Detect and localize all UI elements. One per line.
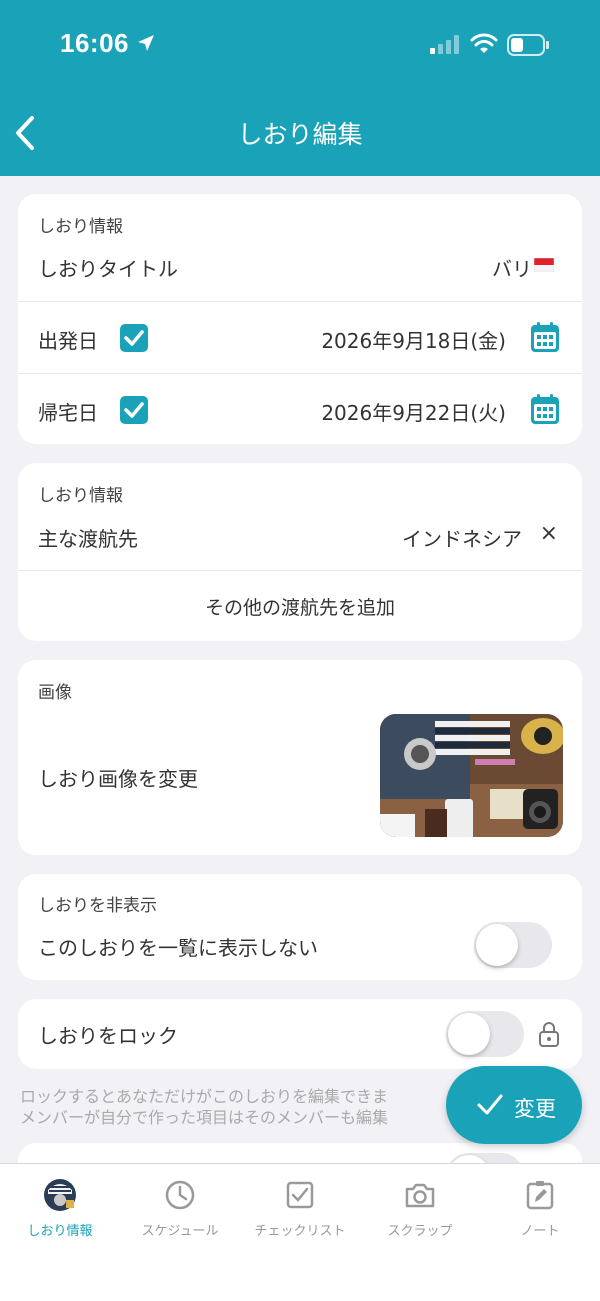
remove-destination-button[interactable]: × xyxy=(540,521,558,546)
departure-date[interactable]: 2026年9月18日(金) xyxy=(321,325,506,354)
save-changes-button[interactable]: 変更 xyxy=(446,1066,582,1144)
departure-label: 出発日 xyxy=(38,329,98,353)
toggle-knob xyxy=(476,924,518,966)
hide-card: しおりを非表示 このしおりを一覧に表示しない xyxy=(18,874,582,980)
divider xyxy=(18,301,582,302)
location-arrow-icon xyxy=(138,35,154,51)
main-destination-value: インドネシア xyxy=(402,527,522,551)
save-changes-label: 変更 xyxy=(514,1097,556,1121)
checkbox-icon xyxy=(286,1181,314,1209)
tab-schedule[interactable]: スケジュール xyxy=(120,1164,240,1254)
avatar-icon xyxy=(44,1179,76,1211)
section-label: 画像 xyxy=(38,683,72,703)
tab-label: スクラップ xyxy=(387,1224,453,1239)
divider xyxy=(18,373,582,374)
lock-card: しおりをロック xyxy=(18,999,582,1069)
note-edit-icon xyxy=(526,1181,554,1210)
return-date[interactable]: 2026年9月22日(火) xyxy=(321,397,506,426)
tab-label: チェックリスト xyxy=(254,1224,346,1239)
checkmark-icon xyxy=(124,402,144,418)
tab-note[interactable]: ノート xyxy=(480,1164,600,1254)
indonesia-flag-icon xyxy=(534,258,554,272)
camera-icon xyxy=(405,1183,435,1208)
page-title: しおり編集 xyxy=(237,120,363,149)
section-label: しおり情報 xyxy=(38,217,123,237)
change-image-button[interactable]: しおり画像を変更 xyxy=(38,763,198,792)
title-label: しおりタイトル xyxy=(38,257,178,281)
battery-icon xyxy=(507,34,549,56)
add-other-destination-button[interactable]: その他の渡航先を追加 xyxy=(18,593,582,620)
title-value: バリ xyxy=(492,257,532,281)
calendar-icon[interactable] xyxy=(530,393,560,425)
lock-description-line: ロックするとあなただけがこのしおりを編集できま xyxy=(20,1087,389,1106)
clock-icon xyxy=(165,1180,195,1210)
divider xyxy=(18,570,582,571)
trip-cover-image[interactable] xyxy=(380,714,563,837)
destination-card: しおり情報 主な渡航先 インドネシア × その他の渡航先を追加 xyxy=(18,463,582,641)
wifi-icon xyxy=(470,33,498,53)
status-time: 16:06 xyxy=(60,28,129,58)
tab-scrap[interactable]: スクラップ xyxy=(360,1164,480,1254)
checkmark-icon xyxy=(124,330,144,346)
return-label: 帰宅日 xyxy=(38,401,98,425)
section-label: しおり情報 xyxy=(38,486,123,506)
main-destination-label: 主な渡航先 xyxy=(38,527,138,551)
toggle-knob xyxy=(448,1013,490,1055)
lock-description-line: メンバーが自分で作った項目はそのメンバーも編集 xyxy=(20,1108,389,1127)
lock-icon xyxy=(539,1022,559,1047)
tab-label: ノート xyxy=(520,1224,560,1239)
lock-toggle[interactable] xyxy=(446,1011,524,1057)
hide-from-list-toggle[interactable] xyxy=(474,922,552,968)
bottom-tab-bar: しおり情報 スケジュール チェックリスト スクラップ ノート xyxy=(0,1163,600,1301)
departure-checkbox[interactable] xyxy=(120,324,148,352)
lock-description: ロックするとあなただけがこのしおりを編集できま メンバーが自分で作った項目はその… xyxy=(20,1086,460,1128)
lock-label: しおりをロック xyxy=(38,1024,178,1048)
app-header: 16:06 しおり編集 xyxy=(0,0,600,176)
travel-items-photo xyxy=(380,714,563,837)
checkmark-icon xyxy=(477,1094,503,1115)
hide-from-list-label: このしおりを一覧に表示しない xyxy=(38,936,318,960)
section-label: しおりを非表示 xyxy=(38,896,157,916)
image-card: 画像 しおり画像を変更 xyxy=(18,660,582,855)
return-checkbox[interactable] xyxy=(120,396,148,424)
trip-info-card: しおり情報 しおりタイトル バリ 出発日 2026年9月18日(金) 帰宅日 2… xyxy=(18,194,582,444)
tab-label: しおり情報 xyxy=(27,1224,93,1239)
calendar-icon[interactable] xyxy=(530,321,560,353)
tab-checklist[interactable]: チェックリスト xyxy=(240,1164,360,1254)
tab-trip-info[interactable]: しおり情報 xyxy=(0,1164,120,1254)
cellular-signal-icon xyxy=(430,35,459,54)
tab-label: スケジュール xyxy=(141,1224,219,1239)
